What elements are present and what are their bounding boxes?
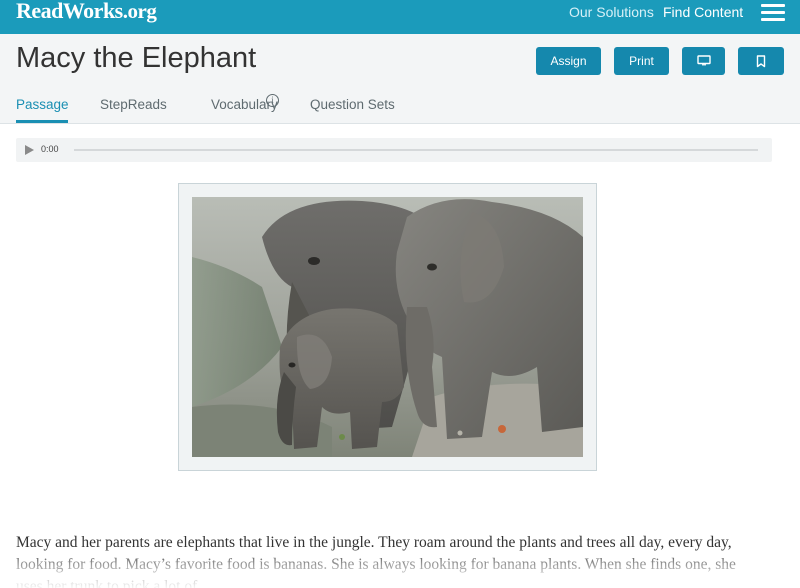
tab-vocabulary[interactable]: Vocabulary [211, 97, 278, 112]
elephants-photo [192, 197, 583, 457]
active-tab-indicator [16, 120, 68, 123]
page-title: Macy the Elephant [16, 42, 257, 74]
top-nav-bar: ReadWorks.org Our Solutions Find Content [0, 0, 800, 34]
tab-stepreads[interactable]: StepReads i [100, 94, 279, 112]
assign-button[interactable]: Assign [536, 47, 601, 75]
nav-our-solutions[interactable]: Our Solutions [569, 4, 654, 20]
audio-player: 0:00 [16, 138, 772, 162]
audio-progress-track[interactable] [74, 149, 758, 151]
readworks-logo[interactable]: ReadWorks.org [16, 0, 157, 24]
tab-passage[interactable]: Passage [16, 97, 69, 112]
passage-fade-overlay [0, 548, 800, 588]
play-icon[interactable] [25, 145, 34, 155]
monitor-icon [696, 55, 711, 66]
passage-header: Macy the Elephant Assign Print Passage S… [0, 34, 800, 124]
hamburger-menu-icon[interactable] [761, 2, 785, 22]
nav-find-content[interactable]: Find Content [663, 4, 743, 20]
tab-stepreads-label: StepReads [100, 97, 167, 112]
print-button[interactable]: Print [614, 47, 669, 75]
tab-question-sets[interactable]: Question Sets [310, 97, 395, 112]
bookmark-button[interactable] [738, 47, 784, 75]
passage-tabs: Passage StepReads i Vocabulary Question … [0, 94, 800, 124]
logo-suffix: .org [122, 0, 157, 23]
logo-text: ReadWorks [16, 0, 123, 23]
passage-image-frame [178, 183, 597, 471]
bookmark-icon [756, 54, 766, 67]
present-button[interactable] [682, 47, 725, 75]
audio-time: 0:00 [41, 144, 59, 154]
